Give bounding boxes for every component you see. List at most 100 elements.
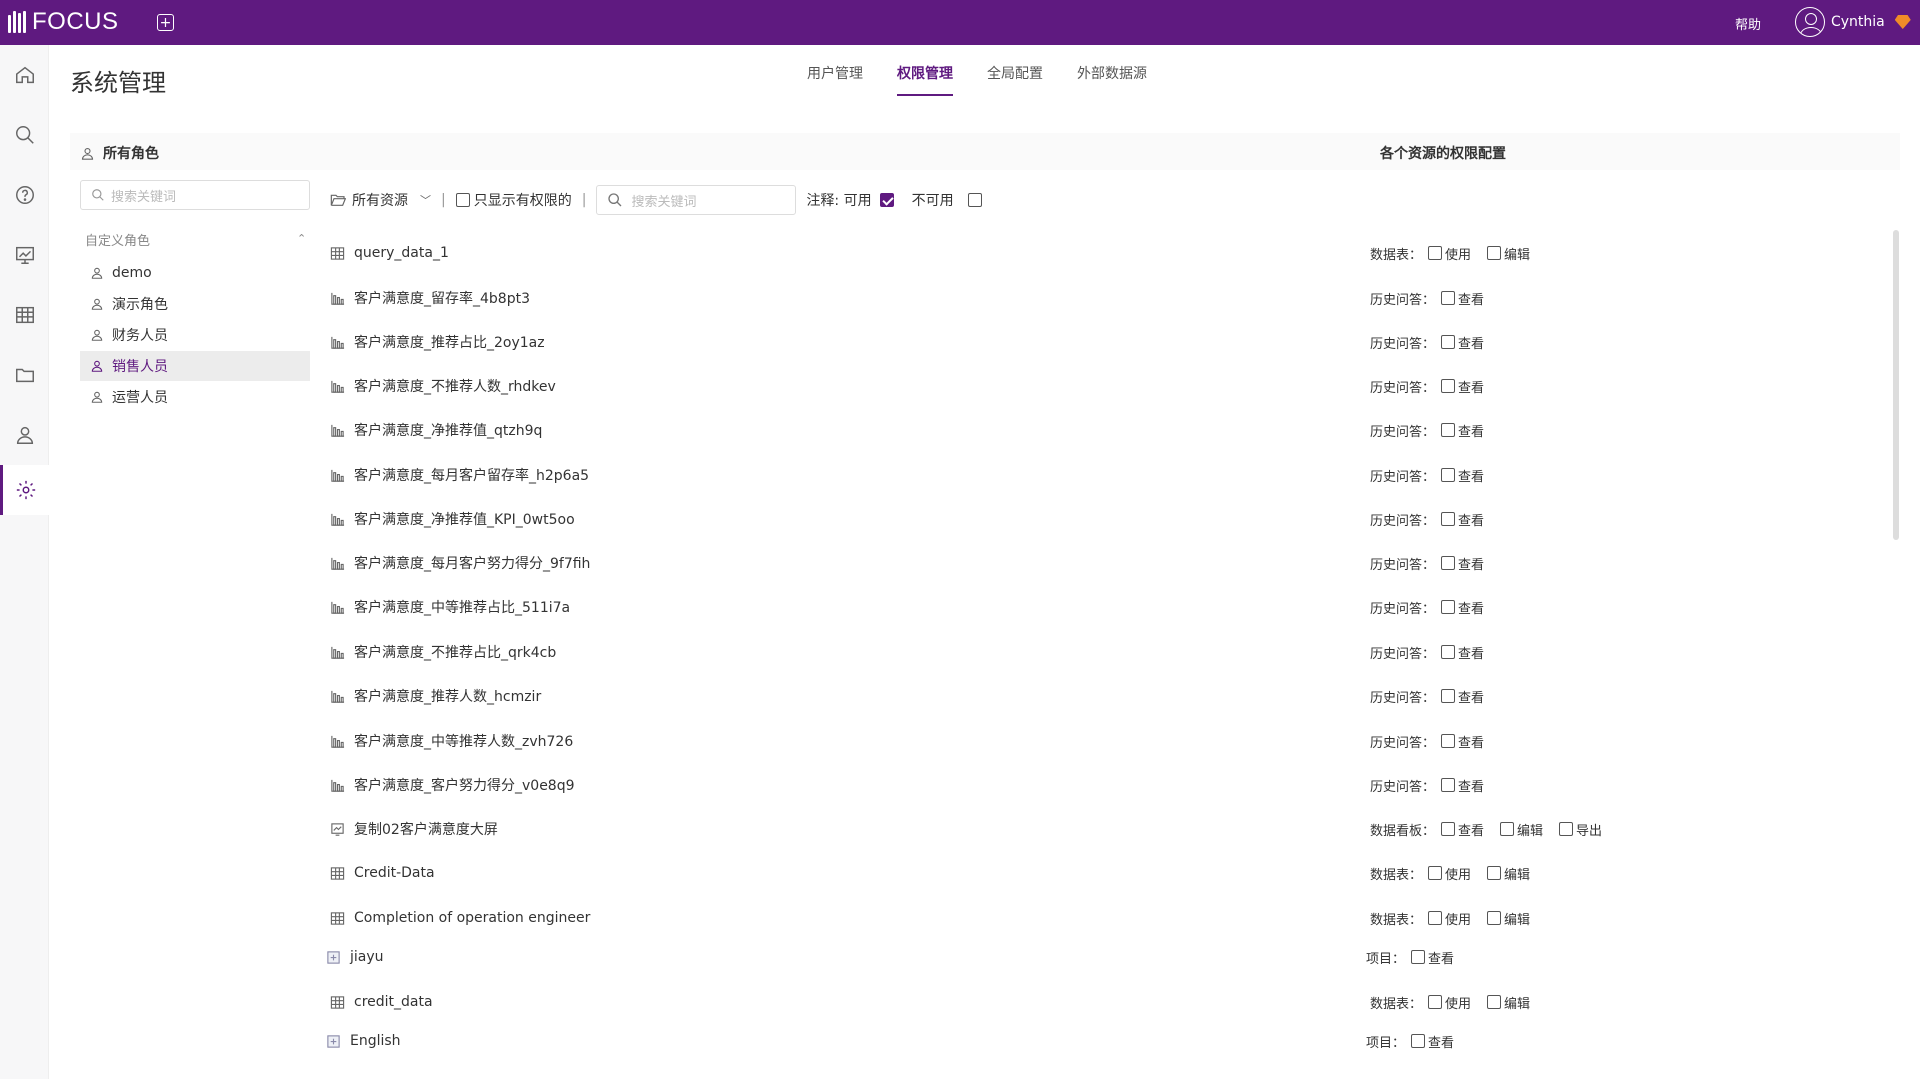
expand-icon[interactable]: [326, 1034, 341, 1049]
nav-folder[interactable]: [0, 350, 49, 400]
permission-option[interactable]: 查看: [1411, 1032, 1454, 1051]
user-menu[interactable]: Cynthia: [1795, 6, 1911, 38]
permission-checkbox[interactable]: [1441, 645, 1456, 659]
permission-checkbox[interactable]: [1428, 246, 1443, 260]
resource-filter-dropdown[interactable]: 所有资源 ﹀: [330, 190, 431, 210]
folder-icon: [15, 368, 34, 383]
permission-checkbox[interactable]: [1500, 822, 1515, 836]
permission-option[interactable]: 查看: [1441, 643, 1484, 662]
resource-name: Completion of operation engineer: [354, 910, 591, 926]
nav-user[interactable]: [0, 410, 49, 460]
resource-row: 客户满意度_净推荐值_qtzh9q 历史问答： 查看: [330, 415, 1890, 445]
permission-checkbox[interactable]: [1441, 512, 1456, 526]
permission-option[interactable]: 使用: [1428, 909, 1471, 928]
scrollbar[interactable]: [1893, 230, 1899, 540]
permission-option[interactable]: 查看: [1441, 598, 1484, 617]
tab-external-datasource[interactable]: 外部数据源: [1060, 55, 1164, 96]
permission-option[interactable]: 查看: [1441, 732, 1484, 751]
resource-name-cell: 客户满意度_中等推荐人数_zvh726: [330, 731, 1370, 751]
resource-name: 客户满意度_客户努力得分_v0e8q9: [354, 778, 575, 794]
resource-row: 客户满意度_推荐人数_hcmzir 历史问答： 查看: [330, 681, 1890, 711]
role-search-input[interactable]: 搜索关键词: [80, 180, 310, 210]
permission-option[interactable]: 查看: [1441, 776, 1484, 795]
nav-search[interactable]: [0, 110, 49, 160]
permission-option-label: 查看: [1458, 469, 1485, 485]
permission-checkbox[interactable]: [1411, 950, 1426, 964]
resource-name: 客户满意度_中等推荐占比_511i7a: [354, 600, 571, 616]
tab-permission-management[interactable]: 权限管理: [880, 55, 970, 96]
tab-global-config[interactable]: 全局配置: [970, 55, 1060, 96]
resource-name: 客户满意度_留存率_4b8pt3: [354, 291, 530, 307]
permission-checkbox[interactable]: [1559, 822, 1574, 836]
permission-checkbox[interactable]: [1487, 246, 1502, 260]
nav-settings[interactable]: [0, 465, 49, 515]
resource-search-placeholder: 搜索关键词: [631, 194, 697, 210]
role-item-demo-role[interactable]: 演示角色: [80, 289, 310, 319]
chart-icon: [330, 600, 345, 615]
add-icon[interactable]: +: [157, 14, 174, 31]
permission-checkbox[interactable]: [1441, 822, 1456, 836]
permission-option[interactable]: 查看: [1441, 820, 1484, 839]
permission-option-label: 查看: [1458, 646, 1485, 662]
resource-search-input[interactable]: 搜索关键词: [596, 185, 797, 215]
permission-option[interactable]: 查看: [1441, 466, 1484, 485]
permission-option[interactable]: 查看: [1441, 333, 1484, 352]
permission-option[interactable]: 使用: [1428, 993, 1471, 1012]
permission-option[interactable]: 使用: [1428, 864, 1471, 883]
permission-option-label: 查看: [1458, 557, 1485, 573]
role-item-demo[interactable]: demo: [80, 258, 310, 288]
permission-checkbox[interactable]: [1441, 600, 1456, 614]
permission-checkbox[interactable]: [1411, 1034, 1426, 1048]
only-granted-toggle[interactable]: 只显示有权限的: [455, 190, 572, 210]
permission-checkbox[interactable]: [1441, 689, 1456, 703]
expand-icon[interactable]: [326, 950, 341, 965]
only-granted-label: 只显示有权限的: [473, 193, 572, 209]
permission-checkbox[interactable]: [1441, 734, 1456, 748]
permission-option[interactable]: 编辑: [1487, 864, 1530, 883]
permission-checkbox[interactable]: [1441, 379, 1456, 393]
nav-tables[interactable]: [0, 290, 49, 340]
only-granted-checkbox[interactable]: [455, 193, 470, 207]
permission-checkbox[interactable]: [1441, 556, 1456, 570]
role-item-finance[interactable]: 财务人员: [80, 320, 310, 350]
permission-option[interactable]: 查看: [1441, 687, 1484, 706]
permission-checkbox[interactable]: [1487, 995, 1502, 1009]
focus-logo[interactable]: FOCUS: [8, 8, 119, 36]
permission-checkbox[interactable]: [1441, 423, 1456, 437]
tab-user-management[interactable]: 用户管理: [790, 55, 880, 96]
help-link[interactable]: 帮助: [1735, 14, 1761, 33]
permission-checkbox[interactable]: [1487, 911, 1502, 925]
permission-option[interactable]: 查看: [1441, 554, 1484, 573]
permission-checkbox[interactable]: [1428, 866, 1443, 880]
permission-option[interactable]: 编辑: [1487, 244, 1530, 263]
nav-home[interactable]: [0, 50, 49, 100]
permission-option[interactable]: 编辑: [1500, 820, 1543, 839]
permission-checkbox[interactable]: [1487, 866, 1502, 880]
permission-checkbox[interactable]: [1441, 291, 1456, 305]
permission-checkbox[interactable]: [1441, 778, 1456, 792]
role-label: 运营人员: [112, 390, 168, 406]
permission-option[interactable]: 查看: [1441, 421, 1484, 440]
resource-name-cell: 客户满意度_每月客户努力得分_9f7fih: [330, 553, 1370, 573]
permission-checkbox[interactable]: [1441, 335, 1456, 349]
permission-option[interactable]: 导出: [1559, 820, 1602, 839]
role-item-sales[interactable]: 销售人员: [80, 351, 310, 381]
permission-checkbox[interactable]: [1428, 995, 1443, 1009]
permission-option[interactable]: 查看: [1411, 948, 1454, 967]
permission-option[interactable]: 查看: [1441, 377, 1484, 396]
role-item-operations[interactable]: 运营人员: [80, 382, 310, 412]
permission-type-label: 历史问答：: [1370, 292, 1436, 308]
nav-help[interactable]: [0, 170, 49, 220]
permission-option[interactable]: 查看: [1441, 510, 1484, 529]
nav-dashboard[interactable]: [0, 230, 49, 280]
user-icon: [91, 391, 103, 403]
collapse-caret-icon[interactable]: ⌃: [297, 232, 306, 245]
permission-option[interactable]: 使用: [1428, 244, 1471, 263]
permission-option[interactable]: 查看: [1441, 289, 1484, 308]
permission-option[interactable]: 编辑: [1487, 909, 1530, 928]
permission-checkbox[interactable]: [1441, 468, 1456, 482]
chart-icon: [330, 512, 345, 527]
role-label: 财务人员: [112, 328, 168, 344]
permission-checkbox[interactable]: [1428, 911, 1443, 925]
permission-option[interactable]: 编辑: [1487, 993, 1530, 1012]
